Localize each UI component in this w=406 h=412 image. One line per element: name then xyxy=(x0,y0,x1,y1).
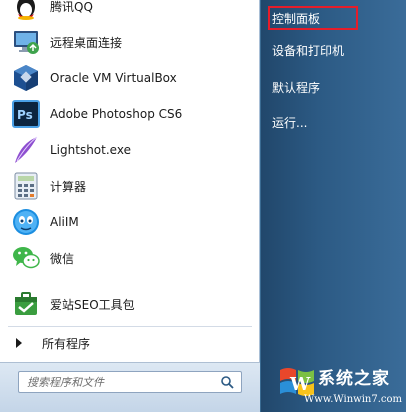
wechat-icon xyxy=(10,242,42,274)
search-area xyxy=(0,362,260,412)
program-item-aliim[interactable]: AliIM xyxy=(3,204,255,240)
program-item-qq[interactable]: 腾讯QQ xyxy=(3,0,255,24)
photoshop-icon: Ps xyxy=(10,98,42,130)
program-label: Oracle VM VirtualBox xyxy=(50,71,177,85)
all-programs-label: 所有程序 xyxy=(42,336,91,351)
remote-desktop-icon xyxy=(10,26,42,58)
program-label: Adobe Photoshop CS6 xyxy=(50,107,183,121)
winwin7-logo: W 系统之家 Www.Winwin7.com xyxy=(262,358,406,412)
calculator-icon xyxy=(10,170,42,202)
start-menu-program-pane: 腾讯QQ 远程桌面连接 Oracle VM VirtualBox Ps Adob… xyxy=(0,0,260,412)
program-label: 远程桌面连接 xyxy=(50,35,123,50)
aliim-icon xyxy=(10,206,42,238)
svg-text:Ps: Ps xyxy=(17,108,33,122)
control-panel-link[interactable]: 控制面板 xyxy=(268,6,358,30)
program-label: 爱站SEO工具包 xyxy=(50,297,135,312)
search-input[interactable] xyxy=(18,371,242,393)
program-item-remote-desktop[interactable]: 远程桌面连接 xyxy=(3,24,255,60)
all-programs-button[interactable]: 所有程序 xyxy=(8,332,252,354)
lightshot-feather-icon xyxy=(10,134,42,166)
program-label: 计算器 xyxy=(50,179,87,194)
logo-url-text: Www.Winwin7.com xyxy=(304,394,402,405)
triangle-right-icon xyxy=(16,338,22,348)
program-list-divider xyxy=(8,326,252,327)
aizhan-seo-icon xyxy=(10,288,42,320)
program-item-aizhan-seo[interactable]: 爱站SEO工具包 xyxy=(3,286,255,322)
program-item-virtualbox[interactable]: Oracle VM VirtualBox xyxy=(3,60,255,96)
run-link[interactable]: 运行... xyxy=(269,110,397,134)
default-programs-link[interactable]: 默认程序 xyxy=(269,75,397,99)
program-item-photoshop[interactable]: Ps Adobe Photoshop CS6 xyxy=(3,96,255,132)
virtualbox-icon xyxy=(10,62,42,94)
program-label: 腾讯QQ xyxy=(50,0,93,14)
start-menu-right-pane: 控制面板 设备和打印机 默认程序 运行... xyxy=(261,0,406,412)
logo-brand-text: 系统之家 xyxy=(318,369,390,389)
program-item-wechat[interactable]: 微信 xyxy=(3,240,255,276)
program-label: 微信 xyxy=(50,251,75,266)
program-label: AliIM xyxy=(50,215,79,229)
svg-text:W: W xyxy=(289,374,311,395)
program-item-lightshot[interactable]: Lightshot.exe xyxy=(3,132,255,168)
search-icon[interactable] xyxy=(220,375,234,389)
program-label: Lightshot.exe xyxy=(50,143,131,157)
devices-and-printers-link[interactable]: 设备和打印机 xyxy=(269,38,397,62)
qq-penguin-icon xyxy=(10,0,42,22)
program-item-calculator[interactable]: 计算器 xyxy=(3,168,255,204)
